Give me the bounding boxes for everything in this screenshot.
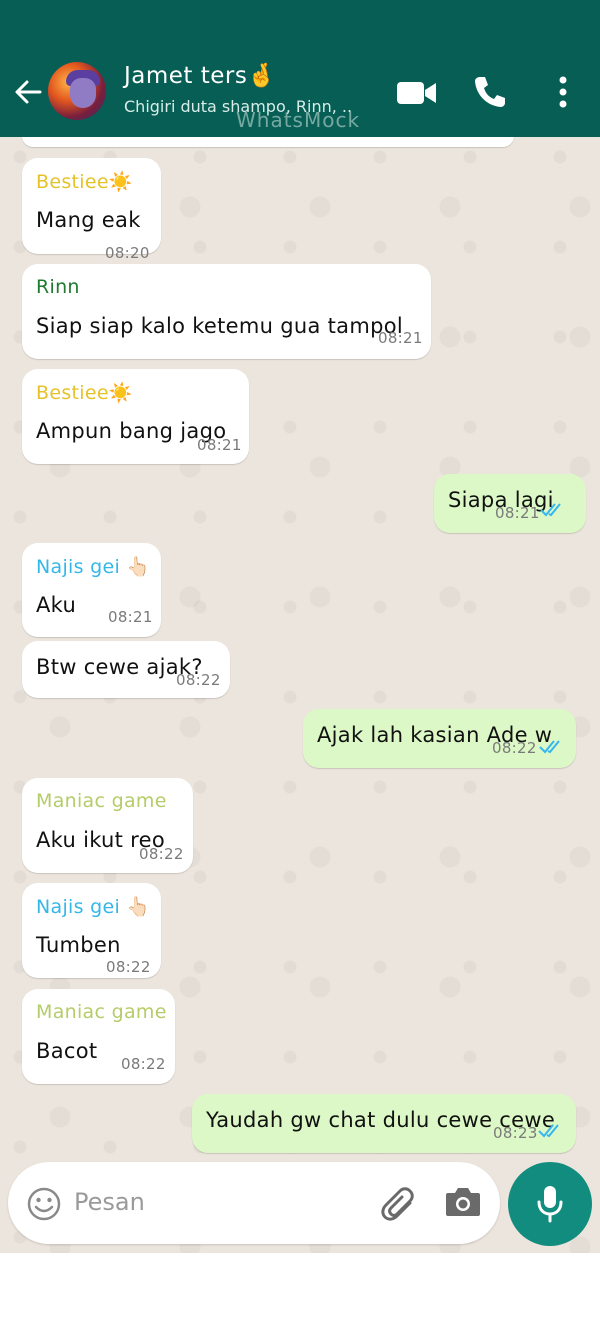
message-text: Aku: [36, 593, 77, 617]
message-time: 08:21: [108, 608, 153, 626]
watermark: WhatsMock: [236, 108, 361, 132]
message-time: 08:21: [197, 436, 242, 454]
emoji-icon[interactable]: [26, 1186, 62, 1222]
message-text: Mang eak: [36, 208, 141, 232]
message-sender: Najis gei 👆🏻: [36, 896, 151, 918]
message-bubble-outgoing[interactable]: Siapa lagi 08:21: [434, 474, 586, 533]
message-time: 08:23: [493, 1124, 538, 1142]
message-sender: Najis gei 👆🏻: [36, 556, 151, 578]
message-sender: Maniac game: [36, 1001, 167, 1023]
message-input-bar[interactable]: Pesan: [8, 1162, 500, 1244]
chat-header: Jamet ters🤞 Chigiri duta shampo, Rinn, .…: [0, 0, 600, 137]
read-receipt-icon: [540, 503, 561, 517]
message-bubble-outgoing[interactable]: Yaudah gw chat dulu cewe cewe 08:23: [192, 1094, 576, 1153]
video-call-icon[interactable]: [396, 78, 438, 108]
message-sender: Bestiee☀️: [36, 171, 133, 193]
voice-call-icon[interactable]: [472, 74, 508, 110]
back-arrow-icon[interactable]: [12, 76, 44, 108]
message-time: 08:22: [176, 671, 221, 689]
message-bubble[interactable]: Najis gei 👆🏻 Aku 08:21: [22, 543, 161, 637]
read-receipt-icon: [539, 740, 560, 754]
message-text: Siap siap kalo ketemu gua tampol: [36, 314, 403, 338]
message-sender: Maniac game: [36, 790, 167, 812]
message-time: 08:22: [492, 739, 537, 757]
message-text: Bacot: [36, 1039, 98, 1063]
message-bubble-outgoing[interactable]: Ajak lah kasian Ade w 08:22: [303, 709, 576, 768]
chat-area[interactable]: Bestiee☀️ Mang eak 08:20 Rinn Siap siap …: [0, 137, 600, 1253]
message-time: 08:22: [121, 1055, 166, 1073]
group-title[interactable]: Jamet ters🤞: [124, 62, 277, 89]
message-bubble-partial[interactable]: [22, 137, 514, 147]
message-time: 08:21: [495, 504, 540, 522]
more-options-icon[interactable]: [556, 76, 570, 108]
camera-icon[interactable]: [444, 1184, 482, 1220]
avatar-face: [70, 78, 96, 108]
message-time: 08:22: [139, 845, 184, 863]
message-time: 08:21: [378, 329, 423, 347]
message-time: 08:20: [105, 244, 150, 262]
message-bubble[interactable]: Bestiee☀️ Mang eak 08:20: [22, 158, 161, 262]
message-time: 08:22: [106, 958, 151, 976]
message-sender: Bestiee☀️: [36, 382, 133, 404]
read-receipt-icon: [538, 1124, 559, 1138]
message-bubble[interactable]: Maniac game Aku ikut reo 08:22: [22, 778, 193, 873]
mic-button[interactable]: [508, 1162, 592, 1246]
message-bubble[interactable]: Maniac game Bacot 08:22: [22, 989, 175, 1084]
bottom-blank-area: [0, 1253, 600, 1333]
mic-icon: [537, 1186, 563, 1223]
message-bubble[interactable]: Rinn Siap siap kalo ketemu gua tampol 08…: [22, 264, 431, 359]
message-sender: Rinn: [36, 276, 80, 298]
message-text: Tumben: [36, 933, 121, 957]
attach-icon[interactable]: [378, 1182, 420, 1224]
group-avatar[interactable]: [48, 62, 106, 120]
message-input[interactable]: Pesan: [74, 1188, 145, 1216]
message-bubble[interactable]: Bestiee☀️ Ampun bang jago 08:21: [22, 369, 249, 464]
message-bubble[interactable]: Btw cewe ajak? 08:22: [22, 641, 230, 698]
message-bubble[interactable]: Najis gei 👆🏻 Tumben 08:22: [22, 883, 161, 978]
